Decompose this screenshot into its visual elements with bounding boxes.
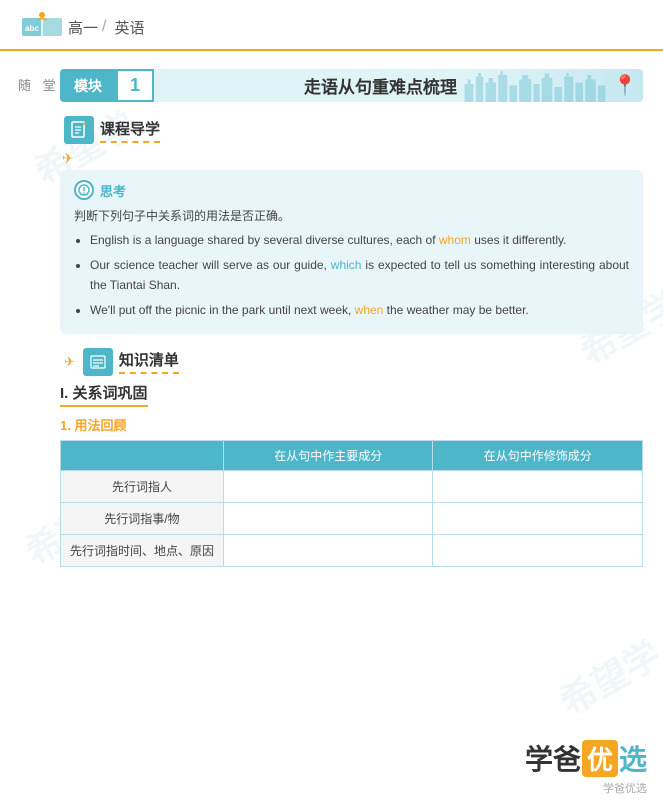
table-cell-0-2 — [433, 470, 643, 502]
think-header: 思考 — [74, 180, 629, 200]
table-header-row: 在从句中作主要成分 在从句中作修饰成分 — [61, 440, 643, 470]
think-item-3-after: the weather may be better. — [383, 303, 528, 317]
table-header-2: 在从句中作修饰成分 — [433, 440, 643, 470]
main-content: 模块 1 走语从句重难点梳理 📍 课程导学 ✈ — [0, 51, 663, 577]
think-item-1-highlight: whom — [439, 233, 471, 247]
logo-area: abc — [20, 10, 64, 44]
watermark-4: 希望学 — [549, 626, 663, 725]
think-item-2-highlight: which — [331, 258, 362, 272]
table-cell-2-2 — [433, 534, 643, 566]
table-header-1: 在从句中作主要成分 — [223, 440, 433, 470]
section1-label: 课程导学 — [100, 118, 160, 143]
think-item-3-highlight: when — [355, 303, 384, 317]
table-row: 先行词指事/物 — [61, 502, 643, 534]
section1-icon-box — [64, 116, 94, 144]
logo-icon: abc — [20, 10, 64, 44]
module-tag: 模块 — [60, 69, 116, 102]
brand-xuan: 选 — [619, 738, 647, 778]
think-item-1: English is a language shared by several … — [90, 230, 629, 250]
city-skyline-decoration — [457, 69, 607, 102]
document-icon — [70, 121, 88, 139]
think-intro: 判断下列句子中关系词的用法是否正确。 — [74, 206, 629, 226]
table-cell-0-0: 先行词指人 — [61, 470, 224, 502]
think-item-2-before: Our science teacher will serve as our gu… — [90, 258, 331, 272]
table-cell-2-0: 先行词指时间、地点、原因 — [61, 534, 224, 566]
section1-header-row: 课程导学 — [60, 116, 643, 144]
section2-icon-box — [83, 348, 113, 376]
module-pin-icon: 📍 — [607, 69, 643, 102]
table-row: 先行词指人 — [61, 470, 643, 502]
footer-brand-sub: 学爸优选 — [603, 780, 647, 796]
brand-xue-ba: 学爸 — [525, 738, 581, 778]
module-number: 1 — [116, 69, 154, 102]
section2-header-row: ✈ 知识清单 — [60, 348, 643, 376]
think-content: 判断下列句子中关系词的用法是否正确。 English is a language… — [74, 206, 629, 320]
think-circle-icon — [74, 180, 94, 200]
table-header-0 — [61, 440, 224, 470]
think-item-1-before: English is a language shared by several … — [90, 233, 439, 247]
subject-label: 英语 — [114, 17, 144, 38]
think-item-3-before: We'll put off the picnic in the park unt… — [90, 303, 355, 317]
table-cell-2-1 — [223, 534, 433, 566]
brand-you: 优 — [582, 740, 618, 777]
footer-brand-main: 学爸 优 选 — [525, 738, 647, 778]
table-cell-1-0: 先行词指事/物 — [61, 502, 224, 534]
grade-label: 高一 — [68, 17, 98, 38]
plane-decoration: ✈ — [62, 150, 643, 168]
think-item-2: Our science teacher will serve as our gu… — [90, 255, 629, 296]
think-block: 思考 判断下列句子中关系词的用法是否正确。 English is a langu… — [60, 170, 643, 334]
knowledge-section: ✈ 知识清单 I. 关系词巩固 1. 用法回顾 在从句中作主 — [60, 348, 643, 567]
table-cell-1-2 — [433, 502, 643, 534]
table-cell-1-1 — [223, 502, 433, 534]
part-sub-title: 1. 用法回顾 — [60, 415, 643, 434]
think-title: 思考 — [100, 181, 126, 200]
header: abc 高一 / 英语 — [0, 0, 663, 51]
think-list: English is a language shared by several … — [74, 230, 629, 320]
section2-label: 知识清单 — [119, 349, 179, 374]
svg-text:abc: abc — [25, 24, 39, 33]
module-bar: 模块 1 走语从句重难点梳理 📍 — [60, 69, 643, 102]
usage-table: 在从句中作主要成分 在从句中作修饰成分 先行词指人 先行词指事/物 — [60, 440, 643, 567]
part-block: I. 关系词巩固 1. 用法回顾 在从句中作主要成分 在从句中作修饰成分 先行词… — [60, 382, 643, 567]
part-title: I. 关系词巩固 — [60, 382, 148, 407]
table-row: 先行词指时间、地点、原因 — [61, 534, 643, 566]
think-item-1-after: uses it differently. — [471, 233, 567, 247]
think-item-3: We'll put off the picnic in the park unt… — [90, 300, 629, 320]
header-divider: / — [102, 18, 106, 36]
footer-brand: 学爸 优 选 学爸优选 — [525, 738, 647, 796]
table-cell-0-1 — [223, 470, 433, 502]
list-icon — [89, 353, 107, 371]
